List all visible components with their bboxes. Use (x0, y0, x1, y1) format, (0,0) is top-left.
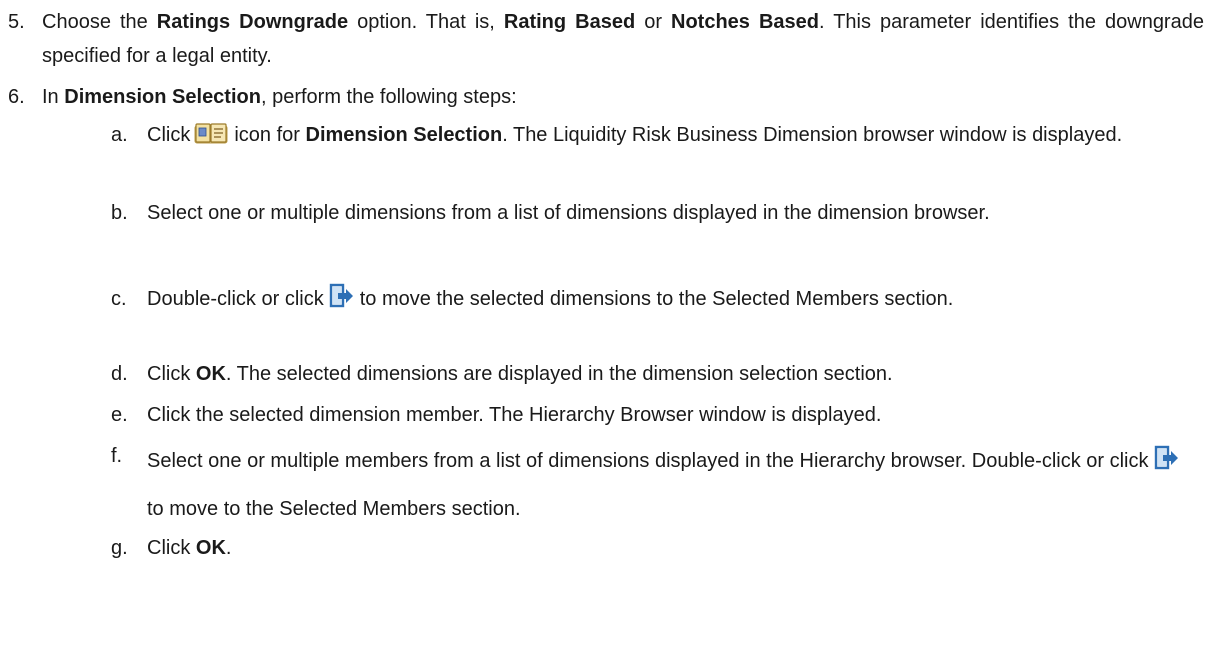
text-run: Select one or multiple members from a li… (147, 450, 1149, 472)
substep-text: Click the selected dimension member. The… (147, 404, 882, 426)
dimension-selection-label: Dimension Selection (64, 86, 261, 108)
dimension-browser-icon (194, 122, 228, 156)
ok-label: OK (195, 537, 226, 559)
step-text: Choose the Ratings Downgrade option. Tha… (42, 5, 1204, 73)
substep-letter: b. (111, 202, 128, 224)
text-run: . The selected dimensions are displayed … (225, 363, 893, 385)
move-right-icon (1153, 443, 1179, 487)
substep-letter: d. (111, 363, 128, 385)
text-run: . The Liquidity Risk Business Dimension … (502, 124, 1123, 146)
text-run: Click (147, 537, 196, 559)
substep-letter: c. (111, 288, 127, 310)
step-number: 5. (8, 11, 25, 33)
step-number: 6. (8, 86, 25, 108)
substep-text: Click OK. The selected dimensions are di… (147, 357, 1187, 391)
text-run: Click (147, 363, 196, 385)
substep-text: Double-click or click to move the select… (147, 282, 1187, 320)
dimension-selection-label: Dimension Selection (305, 124, 503, 146)
substep-text: Select one or multiple dimensions from a… (147, 202, 990, 224)
text-run: or (635, 11, 672, 33)
substep-letter: a. (111, 124, 128, 146)
substep-text: Click OK. (147, 531, 1187, 565)
substep-letter: e. (111, 404, 128, 426)
text-run: to move to the Selected Members section. (147, 498, 521, 520)
substep-text: Click icon for Dimension Selection. The … (147, 118, 1187, 156)
text-run: . (225, 537, 232, 559)
text-run: , perform the following steps: (260, 86, 517, 108)
text-run: Click (147, 124, 191, 146)
ok-label: OK (195, 363, 226, 385)
move-right-icon (328, 283, 354, 320)
ratings-downgrade-label: Ratings Downgrade (156, 11, 349, 33)
text-run: In (42, 86, 65, 108)
text-run: icon for (234, 124, 306, 146)
substep-letter: g. (111, 537, 128, 559)
text-run: option. That is, (348, 11, 504, 33)
rating-based-label: Rating Based (503, 11, 636, 33)
notches-based-label: Notches Based (671, 11, 819, 33)
substep-letter: f. (111, 445, 123, 467)
step-text: In Dimension Selection, perform the foll… (42, 80, 1204, 114)
text-run: to move the selected dimensions to the S… (359, 288, 954, 310)
substep-text: Select one or multiple members from a li… (147, 439, 1187, 531)
document-page: 5. Choose the Ratings Downgrade option. … (0, 0, 1210, 648)
text-run: Double-click or click (147, 288, 324, 310)
text-run: Choose the (42, 11, 157, 33)
